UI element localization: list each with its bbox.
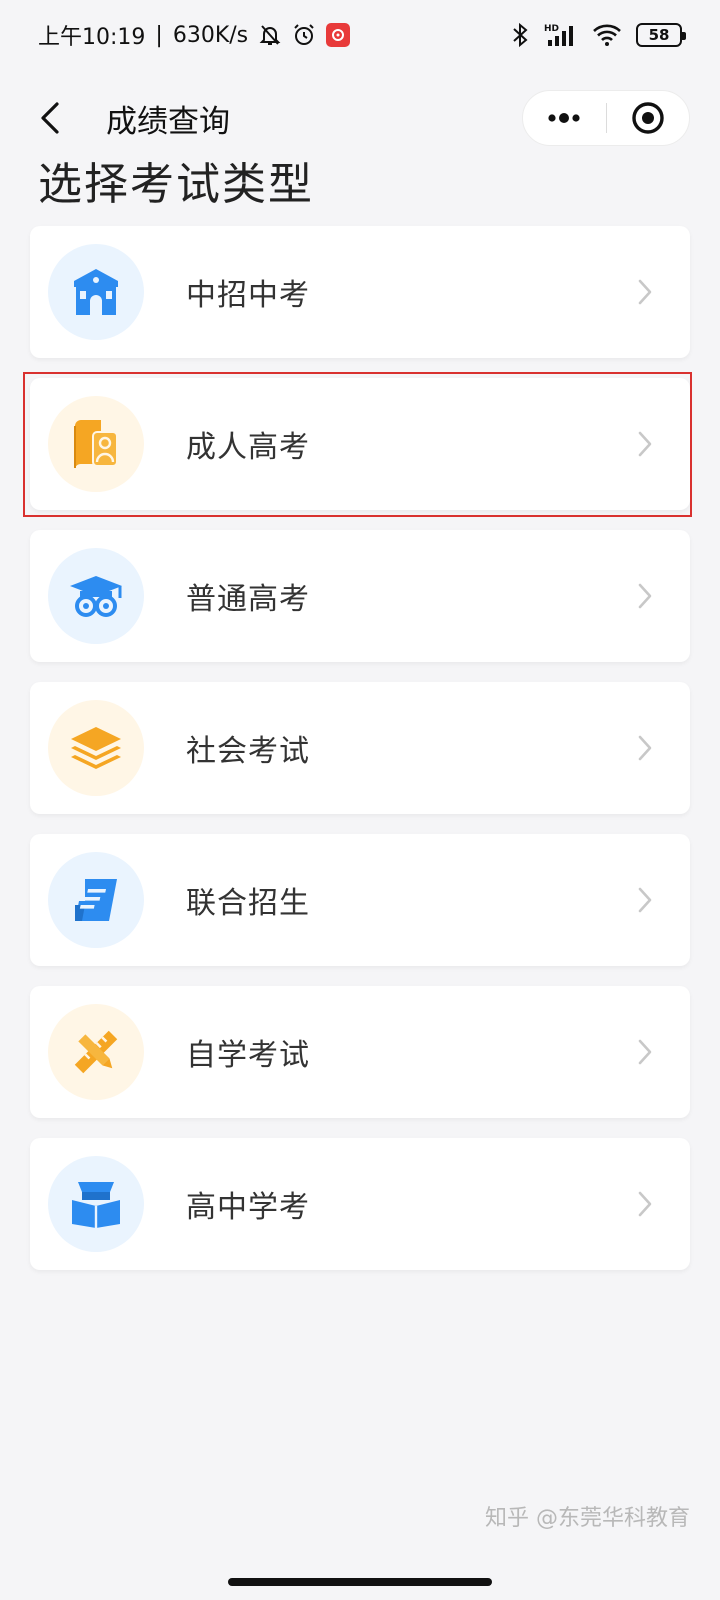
chevron-left-icon bbox=[41, 102, 59, 134]
chevron-right-icon bbox=[636, 581, 654, 611]
chevron-right-icon bbox=[636, 1037, 654, 1067]
exam-type-card-xuekao[interactable]: 高中学考 bbox=[30, 1138, 690, 1270]
exam-type-card-zhongkao[interactable]: 中招中考 bbox=[30, 226, 690, 358]
status-net-speed: 630K/s bbox=[172, 22, 249, 48]
exam-type-card-social[interactable]: 社会考试 bbox=[30, 682, 690, 814]
status-time: 上午10:19 bbox=[38, 25, 146, 50]
nav-title: 成绩查询 bbox=[106, 103, 230, 140]
status-separator: | bbox=[155, 22, 163, 48]
status-bar: 上午10:19 | 630K/s HD 58 bbox=[0, 0, 720, 70]
close-mini-program-button[interactable] bbox=[607, 91, 690, 145]
exam-type-card-joint[interactable]: 联合招生 bbox=[30, 834, 690, 966]
exam-type-label: 自学考试 bbox=[186, 1038, 310, 1073]
chevron-right-icon bbox=[636, 733, 654, 763]
more-dots-icon bbox=[548, 113, 580, 123]
exam-type-list: 中招中考 成人高考 普通高考 社会考试 联合招生 自学考试 高中学考 bbox=[23, 226, 692, 1290]
signal-icon: HD bbox=[544, 22, 578, 48]
chevron-right-icon bbox=[636, 429, 654, 459]
exam-type-label: 社会考试 bbox=[186, 734, 310, 769]
exam-type-label: 普通高考 bbox=[186, 582, 310, 617]
exam-type-label: 高中学考 bbox=[186, 1190, 310, 1225]
bell-muted-icon bbox=[258, 23, 282, 47]
document-scroll-icon bbox=[48, 852, 144, 948]
alarm-icon bbox=[292, 23, 316, 47]
building-icon bbox=[48, 244, 144, 340]
target-circle-icon bbox=[632, 102, 664, 134]
battery-level: 58 bbox=[648, 26, 670, 44]
music-app-icon bbox=[326, 23, 351, 47]
watermark: 知乎 @东莞华科教育 bbox=[485, 1506, 690, 1531]
mini-program-capsule bbox=[522, 90, 690, 146]
bluetooth-icon bbox=[510, 22, 530, 48]
battery-indicator: 58 bbox=[636, 23, 686, 47]
exam-type-card-selfstudy[interactable]: 自学考试 bbox=[30, 986, 690, 1118]
chevron-right-icon bbox=[636, 885, 654, 915]
chevron-right-icon bbox=[636, 1189, 654, 1219]
status-right: HD 58 bbox=[510, 22, 686, 48]
exam-type-label: 中招中考 bbox=[186, 278, 310, 313]
exam-type-label: 成人高考 bbox=[186, 430, 310, 465]
graduation-cap-icon bbox=[48, 548, 144, 644]
ruler-pencil-icon bbox=[48, 1004, 144, 1100]
wifi-icon bbox=[592, 23, 622, 47]
reading-book-icon bbox=[48, 1156, 144, 1252]
chevron-right-icon bbox=[636, 277, 654, 307]
home-indicator[interactable] bbox=[228, 1578, 492, 1586]
back-button[interactable] bbox=[30, 93, 70, 143]
signal-hd-label: HD bbox=[544, 24, 559, 34]
layers-icon bbox=[48, 700, 144, 796]
more-button[interactable] bbox=[523, 91, 606, 145]
status-left: 上午10:19 | 630K/s bbox=[38, 19, 351, 51]
book-person-icon bbox=[48, 396, 144, 492]
exam-type-label: 联合招生 bbox=[186, 886, 310, 921]
exam-type-card-adult[interactable]: 成人高考 bbox=[23, 372, 692, 517]
page-heading: 选择考试类型 bbox=[38, 159, 314, 210]
exam-type-card-gaokao[interactable]: 普通高考 bbox=[30, 530, 690, 662]
